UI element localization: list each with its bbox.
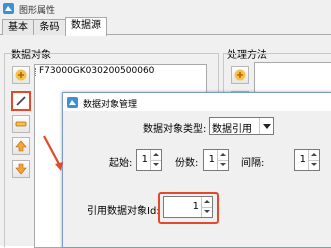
start-stepper[interactable]: 1 bbox=[136, 149, 162, 171]
add-icon bbox=[15, 69, 27, 81]
digits-spin-buttons bbox=[217, 150, 228, 170]
interval-label: 间隔: bbox=[241, 158, 265, 169]
data-object-dialog: 数据对象管理 数据对象类型: 数据引用 起始: 1 份数: 1 间隔: 1 引用… bbox=[62, 92, 331, 248]
move-down-icon bbox=[15, 163, 27, 175]
ref-id-value: 1 bbox=[192, 201, 199, 212]
add-method-button[interactable] bbox=[231, 66, 249, 84]
ref-id-stepper[interactable]: 1 bbox=[163, 196, 213, 218]
move-up-icon bbox=[15, 140, 27, 152]
app-icon bbox=[3, 3, 14, 14]
chevron-down-icon[interactable] bbox=[259, 118, 273, 134]
add-data-object-button[interactable] bbox=[12, 66, 30, 84]
tab-barcode[interactable]: 条码 bbox=[33, 19, 66, 35]
interval-stepper[interactable]: 1 bbox=[294, 149, 320, 171]
digits-value: 1 bbox=[208, 154, 215, 165]
digits-stepper[interactable]: 1 bbox=[203, 149, 229, 171]
spin-down-icon[interactable] bbox=[309, 160, 319, 170]
move-up-button[interactable] bbox=[12, 137, 30, 155]
app-icon bbox=[67, 97, 78, 108]
start-value: 1 bbox=[141, 154, 148, 165]
window-title: 图形属性 bbox=[19, 6, 56, 16]
start-label: 起始: bbox=[109, 158, 133, 169]
list-item[interactable]: F73000GK030200500060 bbox=[39, 66, 154, 76]
type-select[interactable]: 数据引用 bbox=[209, 117, 274, 135]
dialog-titlebar: 数据对象管理 bbox=[63, 93, 331, 111]
window-titlebar: 图形属性 bbox=[0, 0, 331, 18]
tab-basic[interactable]: 基本 bbox=[2, 19, 34, 35]
edit-data-object-button[interactable] bbox=[11, 91, 31, 111]
ref-id-label: 引用数据对象Id: bbox=[87, 206, 160, 217]
remove-icon bbox=[15, 121, 27, 127]
move-down-button[interactable] bbox=[12, 160, 30, 178]
spin-down-icon[interactable] bbox=[202, 207, 212, 217]
tree-guide bbox=[35, 68, 38, 76]
type-select-value: 数据引用 bbox=[212, 124, 252, 135]
start-spin-buttons bbox=[150, 150, 161, 170]
dialog-title: 数据对象管理 bbox=[83, 100, 138, 110]
type-label: 数据对象类型: bbox=[143, 124, 207, 135]
remove-data-object-button[interactable] bbox=[12, 115, 30, 133]
interval-spin-buttons bbox=[308, 150, 319, 170]
add-icon bbox=[234, 69, 246, 81]
interval-value: 1 bbox=[299, 154, 306, 165]
tab-datasource[interactable]: 数据源 bbox=[65, 17, 107, 36]
tab-strip: 基本 条码 数据源 bbox=[0, 17, 331, 36]
edit-icon bbox=[16, 96, 26, 106]
spin-down-icon[interactable] bbox=[218, 160, 228, 170]
digits-label: 份数: bbox=[175, 158, 199, 169]
spin-down-icon[interactable] bbox=[151, 160, 161, 170]
ref-id-spin-buttons bbox=[201, 197, 212, 217]
